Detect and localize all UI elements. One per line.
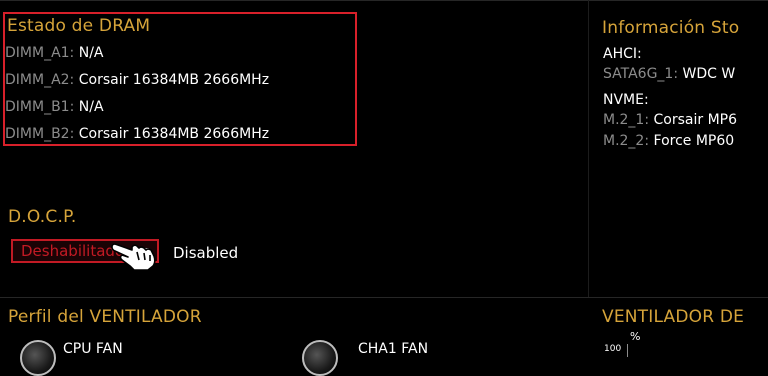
dimm-a2-label: DIMM_A2: xyxy=(5,72,75,88)
storage-info-title: Información Sto xyxy=(602,18,740,38)
m2-2-value: Force MP60 xyxy=(653,133,735,149)
sata-row: SATA6G_1: WDC W xyxy=(603,66,735,82)
m2-1-row: M.2_1: Corsair MP6 xyxy=(603,112,737,128)
cha1-fan-icon[interactable] xyxy=(302,340,338,376)
nvme-label: NVME: xyxy=(603,92,649,108)
dimm-a1-row: DIMM_A1: N/A xyxy=(5,45,104,61)
hand-cursor-icon xyxy=(111,243,156,271)
dram-status-title: Estado de DRAM xyxy=(7,16,151,36)
sata-port-label: SATA6G_1: xyxy=(603,66,679,82)
fan-curve-title: VENTILADOR DE xyxy=(602,307,745,327)
dimm-b2-label: DIMM_B2: xyxy=(5,126,75,142)
fan-curve-tick-100: 100 xyxy=(604,344,622,354)
m2-2-label: M.2_2: xyxy=(603,133,650,149)
dimm-b2-row: DIMM_B2: Corsair 16384MB 2666MHz xyxy=(5,126,269,142)
fan-profile-title: Perfil del VENTILADOR xyxy=(8,307,202,327)
cpu-fan-icon[interactable] xyxy=(20,340,56,376)
m2-1-value: Corsair MP6 xyxy=(653,112,738,128)
column-divider xyxy=(588,0,589,297)
dimm-a1-value: N/A xyxy=(78,45,104,61)
m2-2-row: M.2_2: Force MP60 xyxy=(603,133,734,149)
ahci-label: AHCI: xyxy=(603,46,642,62)
dimm-b1-value: N/A xyxy=(78,99,104,115)
fan-curve-axis xyxy=(627,344,628,357)
dimm-a1-label: DIMM_A1: xyxy=(5,45,75,61)
docp-selected-value: Deshabilitado xyxy=(21,242,125,260)
cpu-fan-label: CPU FAN xyxy=(63,341,123,357)
top-border xyxy=(0,0,768,1)
dimm-a2-row: DIMM_A2: Corsair 16384MB 2666MHz xyxy=(5,72,269,88)
fan-curve-unit: % xyxy=(630,330,641,343)
dimm-b1-label: DIMM_B1: xyxy=(5,99,75,115)
sata-device-value: WDC W xyxy=(682,66,736,82)
dimm-b2-value: Corsair 16384MB 2666MHz xyxy=(78,126,270,142)
cha1-fan-label: CHA1 FAN xyxy=(358,341,429,357)
dimm-a2-value: Corsair 16384MB 2666MHz xyxy=(78,72,270,88)
m2-1-label: M.2_1: xyxy=(603,112,650,128)
docp-status-text: Disabled xyxy=(173,244,239,262)
docp-title: D.O.C.P. xyxy=(8,207,77,227)
section-divider xyxy=(0,297,768,298)
dimm-b1-row: DIMM_B1: N/A xyxy=(5,99,104,115)
